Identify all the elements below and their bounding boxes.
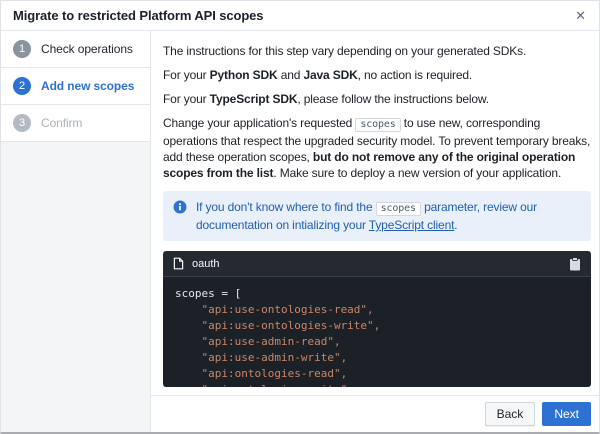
- dialog-title: Migrate to restricted Platform API scope…: [13, 8, 574, 23]
- step-content: The instructions for this step vary depe…: [151, 31, 599, 395]
- step-2-number-badge: 2: [13, 77, 31, 95]
- info-icon: [173, 200, 187, 214]
- inline-code-scopes-callout: scopes: [376, 202, 421, 216]
- close-icon[interactable]: ✕: [574, 7, 587, 24]
- typescript-client-link[interactable]: TypeScript client: [369, 218, 455, 232]
- python-java-paragraph: For your Python SDK and Java SDK, no act…: [163, 67, 591, 83]
- step-1-number-badge: 1: [13, 40, 31, 58]
- step-panel: The instructions for this step vary depe…: [151, 31, 599, 432]
- code-block-filename: oauth: [192, 258, 561, 270]
- document-icon: [173, 257, 184, 270]
- next-button[interactable]: Next: [542, 402, 591, 426]
- steps-sidebar: 1 Check operations 2 Add new scopes 3 Co…: [1, 31, 151, 432]
- code-block-body[interactable]: scopes = [ "api:use-ontologies-read", "a…: [163, 277, 591, 387]
- sidebar-step-check-operations[interactable]: 1 Check operations: [1, 31, 150, 68]
- sidebar-filler: [1, 142, 150, 432]
- sidebar-step-add-new-scopes[interactable]: 2 Add new scopes: [1, 68, 150, 105]
- step-1-label: Check operations: [41, 42, 133, 56]
- info-callout: If you don't know where to find the scop…: [163, 191, 591, 241]
- code-line: "api:use-admin-write",: [175, 350, 579, 366]
- instructions-paragraph: Change your application's requested scop…: [163, 115, 591, 181]
- intro-paragraph: The instructions for this step vary depe…: [163, 43, 591, 59]
- oauth-code-block: oauth scopes = [ "api:use-ontologies-rea…: [163, 251, 591, 387]
- step-3-number-badge: 3: [13, 114, 31, 132]
- code-line: "api:ontologies-read",: [175, 366, 579, 382]
- inline-code-scopes: scopes: [355, 118, 400, 132]
- clipboard-copy-icon[interactable]: [569, 257, 581, 271]
- dialog-header: Migrate to restricted Platform API scope…: [1, 1, 599, 31]
- typescript-paragraph: For your TypeScript SDK, please follow t…: [163, 91, 591, 107]
- migrate-scopes-dialog: Migrate to restricted Platform API scope…: [0, 0, 600, 434]
- code-block-header: oauth: [163, 251, 591, 277]
- dialog-footer: Back Next: [151, 395, 599, 432]
- code-line: scopes = [: [175, 286, 579, 302]
- sidebar-step-confirm: 3 Confirm: [1, 105, 150, 142]
- step-2-label: Add new scopes: [41, 79, 134, 93]
- code-line: "api:use-admin-read",: [175, 334, 579, 350]
- back-button[interactable]: Back: [485, 402, 536, 426]
- step-3-label: Confirm: [41, 116, 82, 130]
- code-line: "api:use-ontologies-write",: [175, 318, 579, 334]
- dialog-body: 1 Check operations 2 Add new scopes 3 Co…: [1, 31, 599, 432]
- code-line: "api:use-ontologies-read",: [175, 302, 579, 318]
- code-line: "api:ontologies-write",: [175, 382, 579, 387]
